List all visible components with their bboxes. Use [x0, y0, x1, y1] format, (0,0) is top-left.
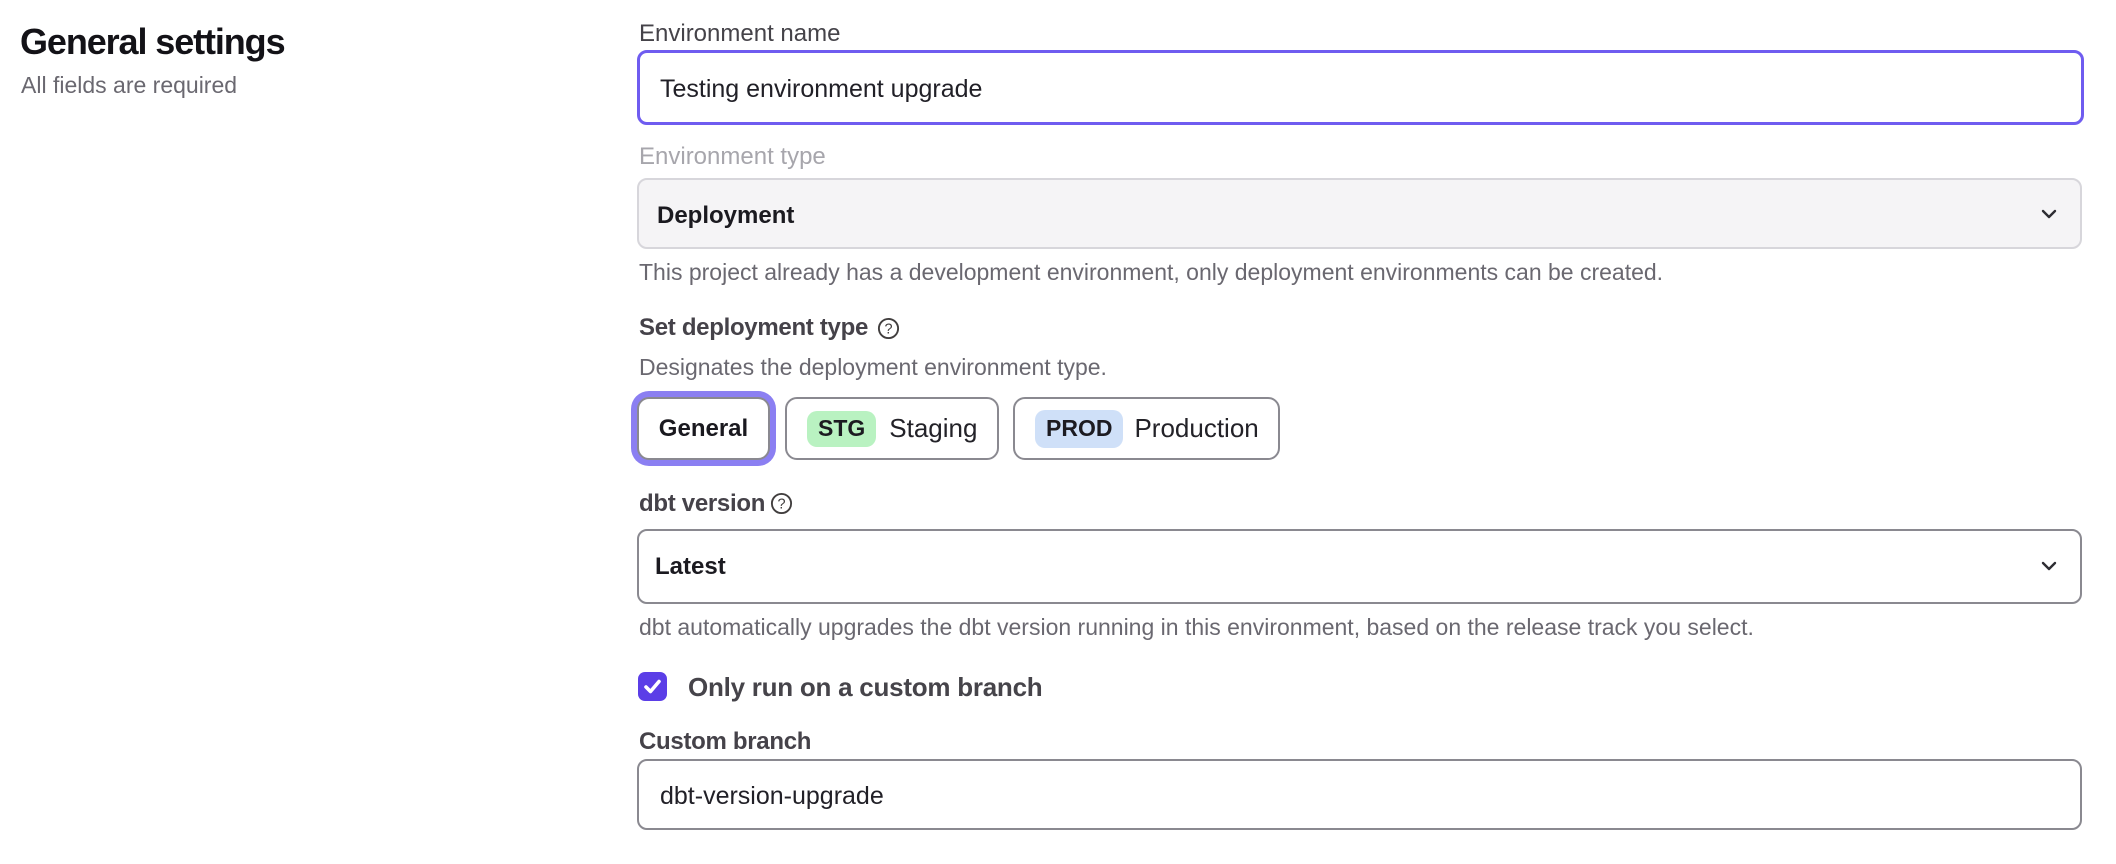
svg-text:?: ? [777, 496, 785, 512]
svg-text:?: ? [884, 321, 892, 337]
